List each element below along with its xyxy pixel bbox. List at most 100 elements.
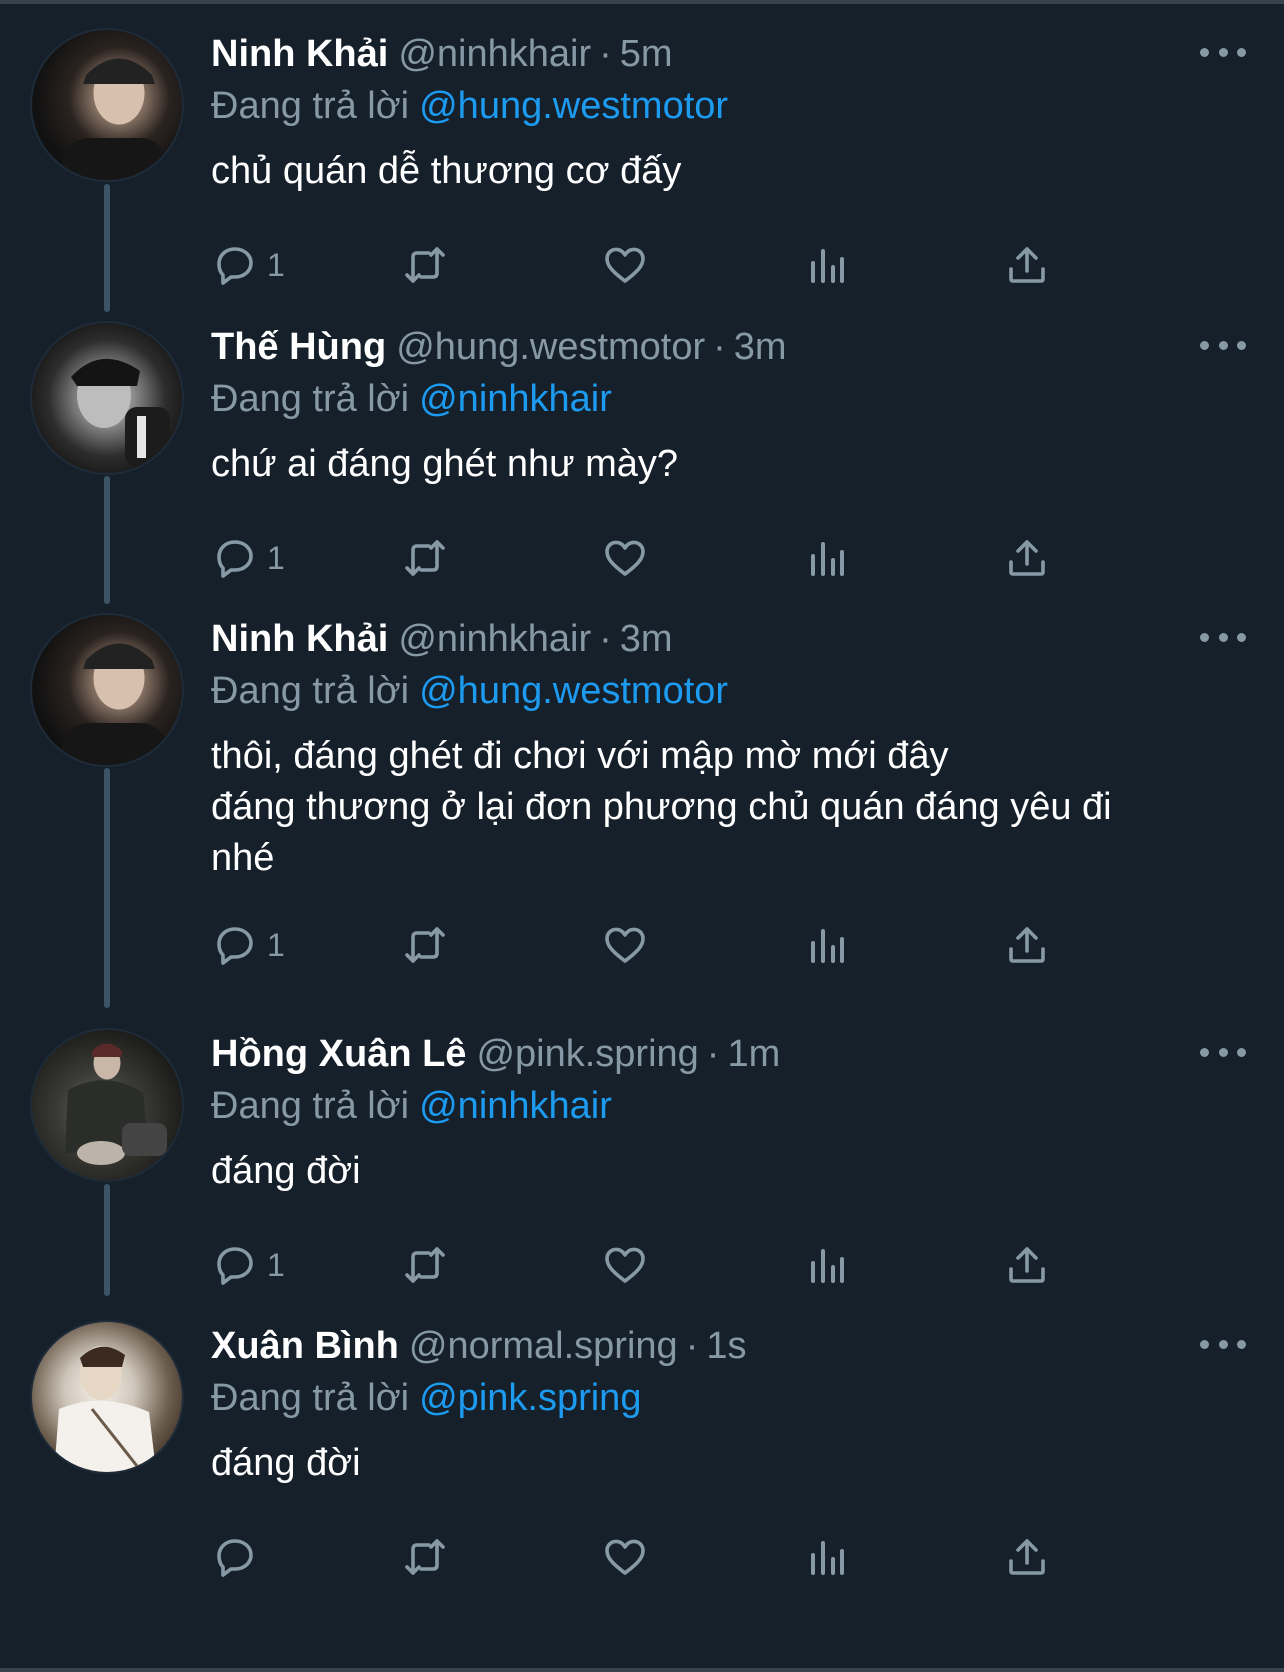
retweet-button[interactable] (401, 915, 449, 975)
tweet-text: thôi, đáng ghét đi chơi với mập mờ mới đ… (211, 731, 1251, 884)
display-name[interactable]: Hồng Xuân Lê (211, 1033, 466, 1075)
timestamp[interactable]: 1m (727, 1033, 780, 1075)
user-handle[interactable]: @ninhkhair (398, 33, 591, 75)
analytics-icon (811, 542, 844, 576)
replying-label: Đang trả lời (211, 85, 410, 127)
reply-button[interactable]: 1 (211, 528, 285, 588)
display-name[interactable]: Thế Hùng (211, 326, 386, 368)
timestamp[interactable]: 3m (620, 618, 673, 660)
share-icon (1009, 247, 1045, 283)
tweet[interactable]: Ninh Khải @ninhkhair · 3m Đang trả lời @hung… (0, 585, 1284, 1005)
share-button[interactable] (1003, 1235, 1051, 1295)
like-button[interactable] (601, 915, 649, 975)
views-button[interactable] (803, 1527, 851, 1587)
timestamp[interactable]: 3m (734, 326, 787, 368)
share-button[interactable] (1003, 915, 1051, 975)
tweet-text: chủ quán dễ thương cơ đấy (211, 146, 1251, 197)
retweet-button[interactable] (401, 528, 449, 588)
heart-icon (605, 927, 645, 963)
user-handle[interactable]: @ninhkhair (398, 618, 591, 660)
mention-link[interactable]: @ninhkhair (419, 1085, 612, 1127)
tweet-actions: 1 (211, 235, 1131, 295)
retweet-icon (405, 1247, 445, 1283)
views-button[interactable] (803, 235, 851, 295)
reply-button[interactable]: 1 (211, 915, 285, 975)
views-button[interactable] (803, 915, 851, 975)
user-handle[interactable]: @pink.spring (476, 1033, 698, 1075)
display-name[interactable]: Ninh Khải (211, 33, 388, 75)
replying-to: Đang trả lời @ninhkhair (211, 1080, 612, 1132)
heart-icon (605, 247, 645, 283)
analytics-icon (811, 1541, 844, 1575)
user-handle[interactable]: @hung.westmotor (396, 326, 705, 368)
user-handle[interactable]: @normal.spring (409, 1325, 678, 1367)
more-icon[interactable] (1200, 333, 1246, 357)
reply-icon (217, 927, 253, 965)
more-icon[interactable] (1200, 1040, 1246, 1064)
tweet-actions: 1 (211, 1235, 1131, 1295)
replying-to: Đang trả lời @hung.westmotor (211, 665, 728, 717)
reply-count: 1 (267, 246, 285, 283)
share-icon (1009, 927, 1045, 963)
reply-button[interactable]: 1 (211, 235, 285, 295)
retweet-button[interactable] (401, 235, 449, 295)
reply-count: 1 (267, 1246, 285, 1283)
share-icon (1009, 1247, 1045, 1283)
timestamp[interactable]: 5m (620, 33, 673, 75)
reply-button[interactable]: 1 (211, 1235, 285, 1295)
reply-icon (217, 1539, 253, 1577)
tweet[interactable]: Ninh Khải @ninhkhair · 5m Đang trả lời @hung… (0, 0, 1284, 312)
tweet-text-line: đáng thương ở lại đơn phương chủ quán đá… (211, 786, 1112, 828)
analytics-icon (811, 929, 844, 963)
retweet-icon (405, 1539, 445, 1575)
tweet[interactable]: Hồng Xuân Lê @pink.spring · 1m Đang trả lời… (0, 1000, 1284, 1312)
views-button[interactable] (803, 1235, 851, 1295)
like-button[interactable] (601, 235, 649, 295)
retweet-icon (405, 247, 445, 283)
avatar[interactable] (30, 1320, 184, 1474)
timestamp[interactable]: 1s (706, 1325, 746, 1367)
separator-dot: · (706, 1033, 720, 1075)
views-button[interactable] (803, 528, 851, 588)
display-name[interactable]: Xuân Bình (211, 1325, 399, 1367)
retweet-icon (405, 540, 445, 576)
mention-link[interactable]: @pink.spring (419, 1377, 641, 1419)
avatar[interactable] (30, 613, 184, 767)
reply-count: 1 (267, 926, 285, 963)
analytics-icon (811, 1249, 844, 1283)
avatar[interactable] (30, 1028, 184, 1182)
replying-label: Đang trả lời (211, 378, 410, 420)
share-button[interactable] (1003, 1527, 1051, 1587)
separator-dot: · (685, 1325, 699, 1367)
tweet[interactable]: Xuân Bình @normal.spring · 1s Đang trả lời @… (0, 1292, 1284, 1668)
separator-dot: · (599, 33, 612, 75)
tweet-text: chứ ai đáng ghét như mày? (211, 439, 1251, 490)
share-button[interactable] (1003, 528, 1051, 588)
reply-icon (217, 1247, 253, 1285)
tweet-text-line: đáng đời (211, 1442, 361, 1484)
share-icon (1009, 540, 1045, 576)
reply-button[interactable] (211, 1527, 267, 1587)
reply-count: 1 (267, 539, 285, 576)
display-name[interactable]: Ninh Khải (211, 618, 388, 660)
tweet-text: đáng đời (211, 1146, 1251, 1197)
retweet-button[interactable] (401, 1235, 449, 1295)
tweet[interactable]: Thế Hùng @hung.westmotor · 3m Đang trả lời @… (0, 293, 1284, 605)
tweet-text-line: chủ quán dễ thương cơ đấy (211, 150, 682, 192)
more-icon[interactable] (1200, 625, 1246, 649)
more-icon[interactable] (1200, 1332, 1246, 1356)
more-icon[interactable] (1200, 40, 1246, 64)
heart-icon (605, 1247, 645, 1283)
reply-icon (217, 247, 253, 285)
like-button[interactable] (601, 1235, 649, 1295)
like-button[interactable] (601, 528, 649, 588)
avatar[interactable] (30, 321, 184, 475)
like-button[interactable] (601, 1527, 649, 1587)
mention-link[interactable]: @ninhkhair (419, 378, 612, 420)
avatar[interactable] (30, 28, 184, 182)
retweet-button[interactable] (401, 1527, 449, 1587)
mention-link[interactable]: @hung.westmotor (419, 85, 728, 127)
share-button[interactable] (1003, 235, 1051, 295)
tweet-text: đáng đời (211, 1438, 1251, 1489)
mention-link[interactable]: @hung.westmotor (419, 670, 728, 712)
